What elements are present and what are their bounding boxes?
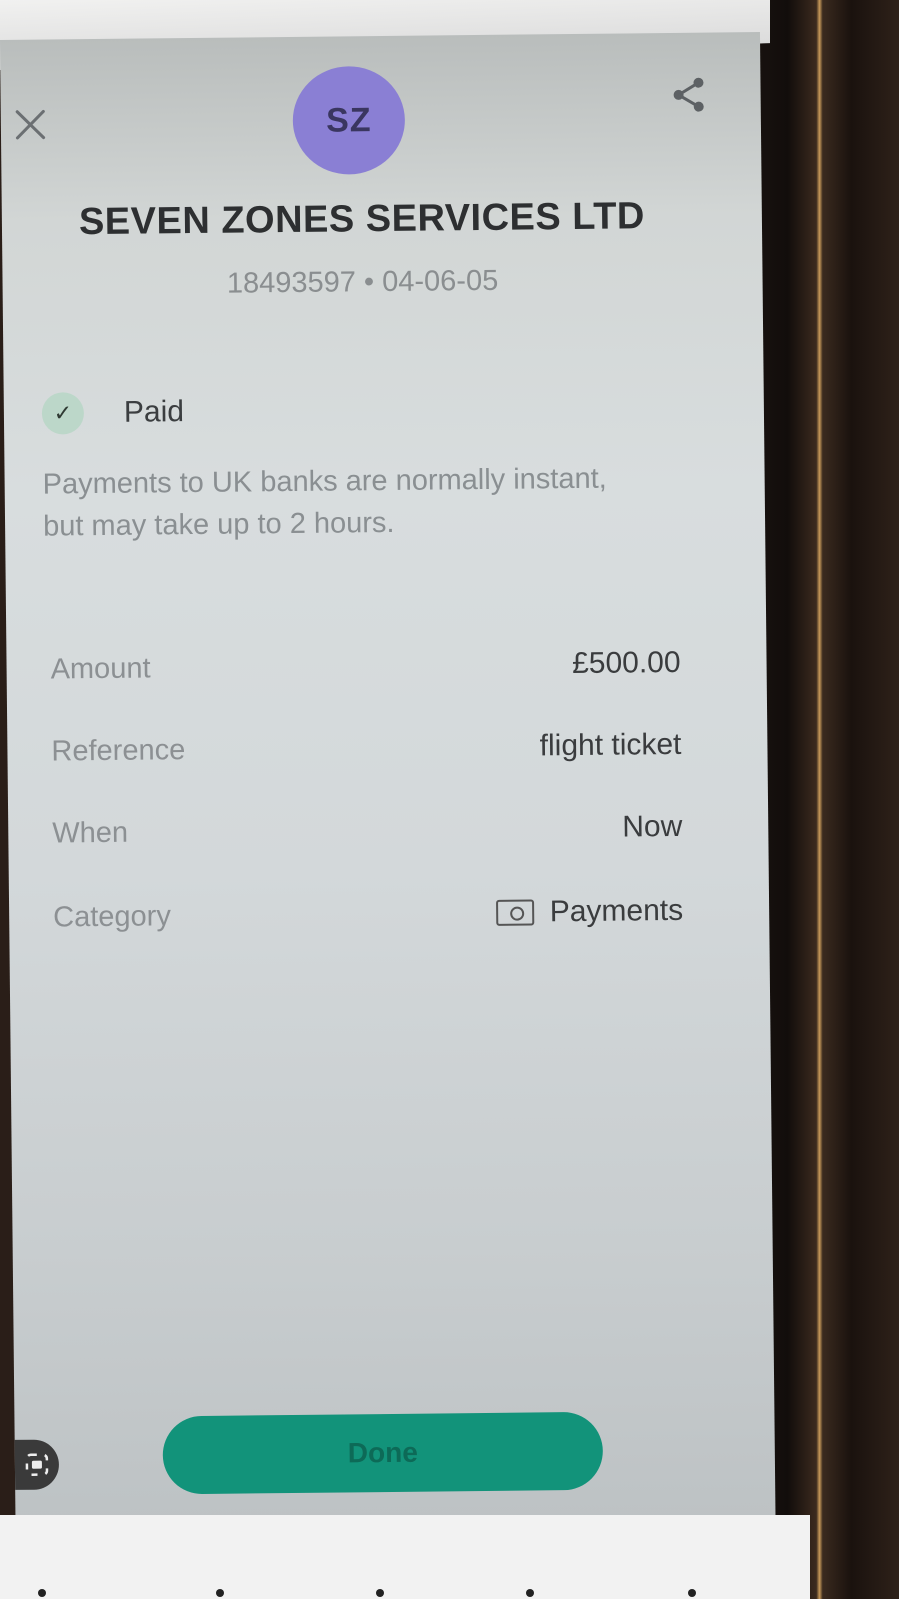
nav-dot	[376, 1589, 384, 1597]
detail-row-reference: Reference flight ticket	[51, 723, 681, 774]
detail-key: Reference	[51, 733, 186, 767]
close-icon[interactable]	[13, 108, 47, 142]
payment-details-screen: SZ SEVEN ZONES SERVICES LTD 18493597 • 0…	[0, 32, 776, 1555]
detail-key: Category	[53, 899, 172, 933]
detail-value: Now	[622, 809, 683, 844]
screenshot-icon[interactable]	[14, 1439, 60, 1490]
detail-row-category[interactable]: Category Payments	[53, 889, 683, 940]
payment-notice: Payments to UK banks are normally instan…	[42, 462, 607, 543]
share-icon[interactable]	[668, 75, 708, 115]
nav-dot	[688, 1589, 696, 1597]
detail-value[interactable]: Payments	[495, 893, 684, 930]
detail-value: £500.00	[571, 645, 681, 681]
detail-key: Amount	[50, 651, 151, 686]
done-button[interactable]: Done	[162, 1411, 604, 1495]
payee-name: SEVEN ZONES SERVICES LTD	[78, 195, 646, 244]
avatar: SZ	[292, 65, 406, 175]
category-value: Payments	[549, 893, 684, 929]
detail-row-when: When Now	[52, 805, 682, 856]
nav-dot	[526, 1589, 534, 1597]
nav-dot	[216, 1589, 224, 1597]
detail-row-amount: Amount £500.00	[50, 641, 680, 692]
avatar-initials: SZ	[325, 100, 372, 140]
wallet-icon	[495, 899, 534, 926]
nav-dot	[38, 1589, 46, 1597]
detail-value: flight ticket	[539, 727, 682, 763]
check-icon: ✓	[41, 392, 85, 435]
status-label: Paid	[123, 395, 185, 429]
payee-account-details: 18493597 • 04-06-05	[226, 264, 499, 300]
detail-key: When	[52, 816, 129, 849]
payment-status: ✓ Paid	[41, 390, 185, 435]
photo-stage: SZ SEVEN ZONES SERVICES LTD 18493597 • 0…	[0, 0, 899, 1599]
system-nav-bar	[0, 1515, 810, 1599]
